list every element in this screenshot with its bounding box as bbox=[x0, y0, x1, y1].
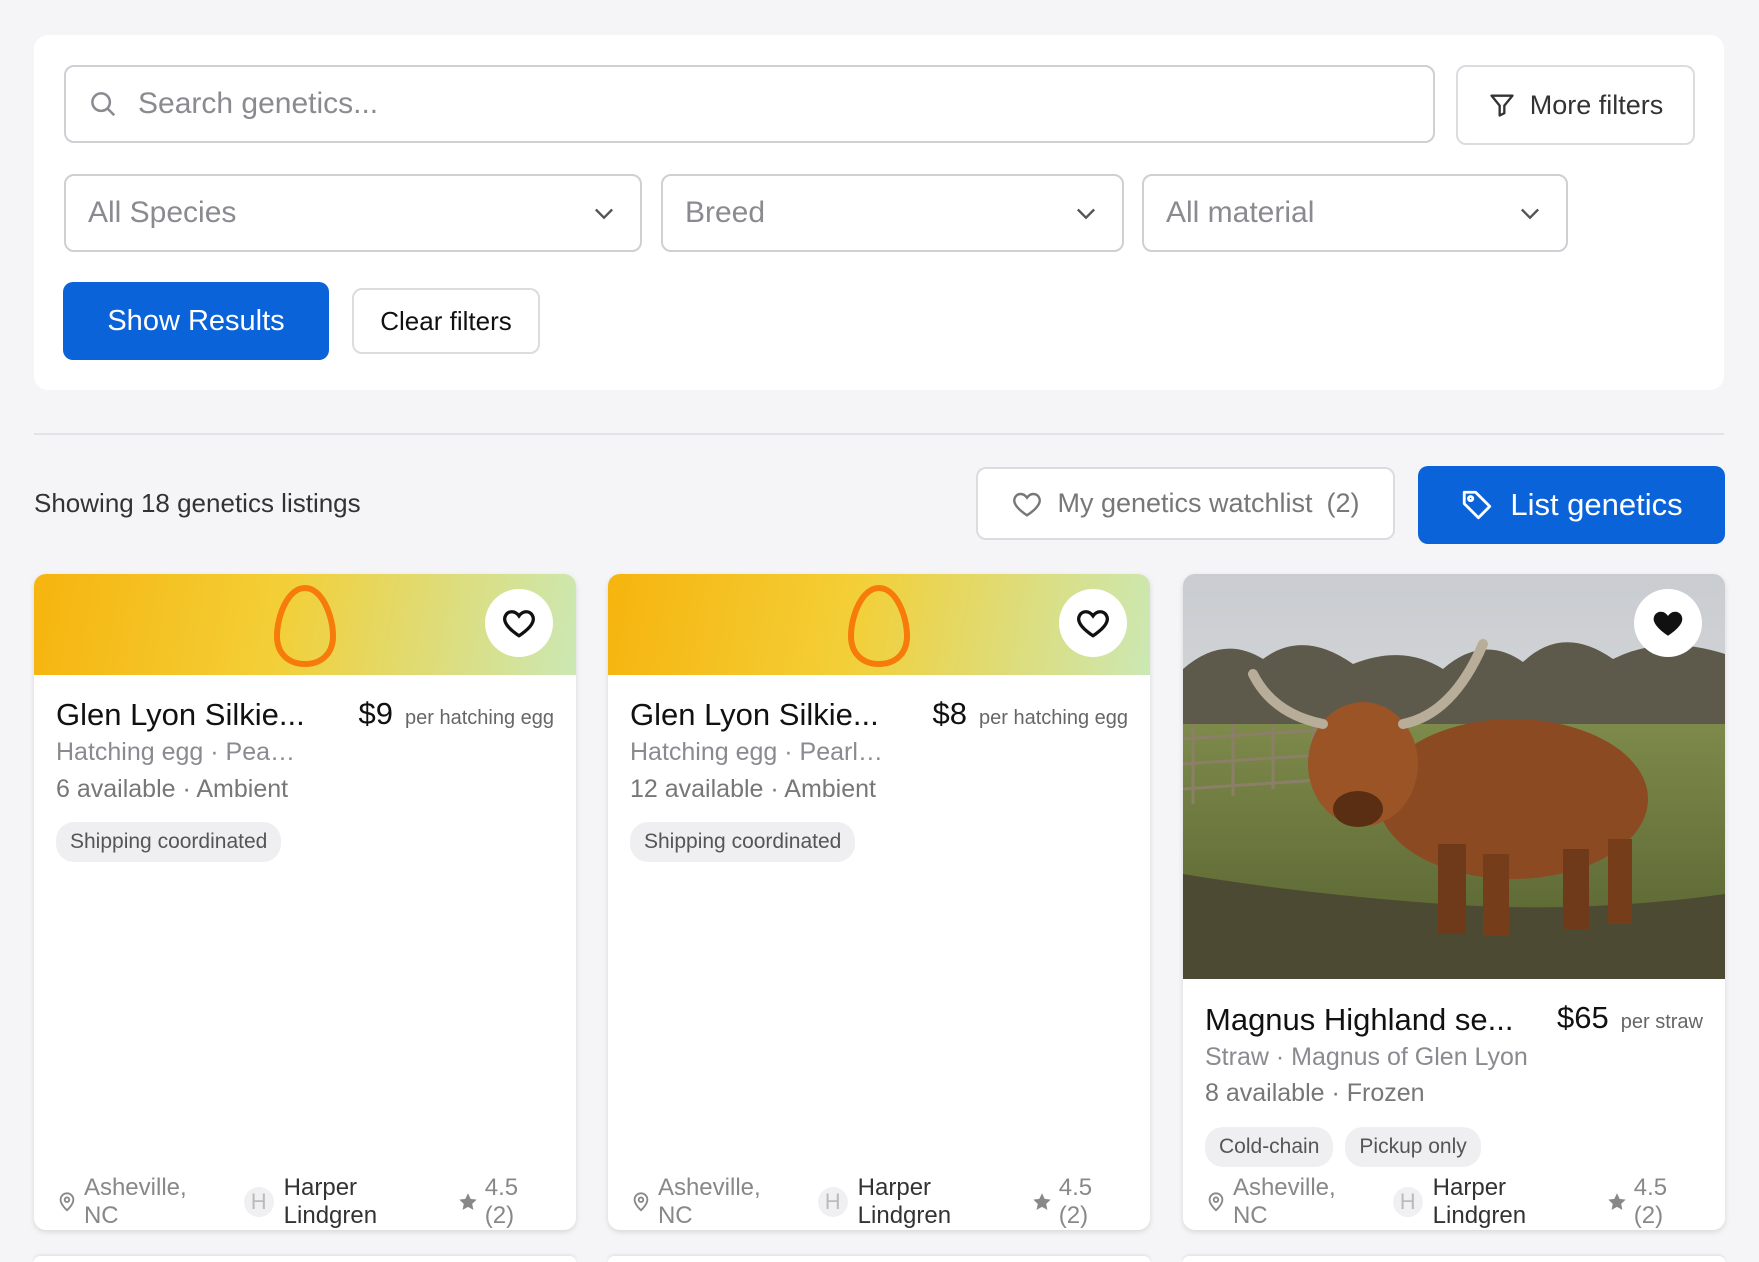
watchlist-count: (2) bbox=[1326, 488, 1360, 518]
filter-panel: More filters All Species Breed All mater… bbox=[34, 35, 1724, 390]
chevron-down-icon bbox=[1521, 208, 1539, 220]
search-input[interactable] bbox=[138, 87, 1338, 121]
more-filters-label: More filters bbox=[1529, 89, 1664, 120]
listing-availability: 6 available · Ambient bbox=[56, 775, 289, 803]
listing-card[interactable]: Glen Lyon Silkie... $8 per hatching egg … bbox=[608, 574, 1150, 1230]
listing-price: $9 bbox=[358, 696, 393, 731]
egg-icon bbox=[273, 584, 337, 668]
listing-availability: 12 available · Ambient bbox=[630, 775, 876, 803]
watchlist-button[interactable]: My genetics watchlist (2) bbox=[976, 467, 1395, 540]
map-pin-icon bbox=[59, 1192, 75, 1212]
location-text: Asheville, NC bbox=[83, 1174, 187, 1229]
favorite-button[interactable] bbox=[1634, 589, 1702, 657]
card-footer: Asheville, NC H Harper Lindgren 4.5 (2) bbox=[56, 1174, 554, 1230]
search-icon bbox=[91, 92, 116, 117]
listing-availability: 8 available · Frozen bbox=[1205, 1079, 1425, 1107]
rating: 4.5 (2) bbox=[1606, 1174, 1703, 1230]
tag-list: Shipping coordinated bbox=[630, 822, 856, 862]
filter-funnel-icon bbox=[1490, 94, 1514, 117]
avatar: H bbox=[1392, 1187, 1423, 1217]
listing-subtitle: Hatching egg · Pearl ... bbox=[56, 738, 301, 766]
listing-subtitle: Hatching egg · Pearl S... bbox=[630, 738, 885, 766]
heart-filled-icon bbox=[1653, 611, 1683, 636]
tag-icon bbox=[1463, 490, 1492, 520]
listing-card[interactable]: Glen Lyon Silkie... $9 per hatching egg … bbox=[34, 574, 576, 1230]
results-count: Showing 18 genetics listings bbox=[34, 488, 361, 518]
price-block: $65 per straw bbox=[1557, 1000, 1703, 1036]
card-footer: Asheville, NC H Harper Lindgren 4.5 (2) bbox=[1205, 1174, 1703, 1230]
listing-title[interactable]: Glen Lyon Silkie... bbox=[630, 697, 900, 733]
list-genetics-button[interactable]: List genetics bbox=[1418, 466, 1725, 544]
seller[interactable]: H Harper Lindgren bbox=[817, 1174, 1031, 1230]
price-block: $9 per hatching egg bbox=[359, 696, 555, 732]
star-icon bbox=[1608, 1193, 1626, 1210]
avatar: H bbox=[243, 1187, 274, 1217]
show-results-button[interactable]: Show Results bbox=[63, 282, 329, 360]
heart-outline-icon bbox=[1013, 492, 1042, 517]
heart-outline-icon bbox=[1077, 610, 1109, 638]
listing-card[interactable]: Magnus Highland se... $65 per straw Stra… bbox=[1183, 574, 1725, 1230]
breed-select[interactable]: Breed bbox=[661, 174, 1124, 252]
shipping-tag: Shipping coordinated bbox=[56, 822, 282, 862]
favorite-button[interactable] bbox=[1059, 589, 1127, 657]
price-unit: per hatching egg bbox=[404, 707, 554, 729]
listing-title[interactable]: Glen Lyon Silkie... bbox=[56, 697, 326, 733]
seller[interactable]: H Harper Lindgren bbox=[1392, 1174, 1606, 1230]
rating-text: 4.5 (2) bbox=[484, 1174, 519, 1229]
species-select-value: All Species bbox=[88, 196, 237, 229]
material-select[interactable]: All material bbox=[1142, 174, 1568, 252]
avatar: H bbox=[817, 1187, 848, 1217]
price-unit: per hatching egg bbox=[978, 707, 1128, 729]
listing-subtitle: Straw · Magnus of Glen Lyon bbox=[1205, 1043, 1528, 1071]
price-block: $8 per hatching egg bbox=[933, 696, 1129, 732]
listing-price: $8 bbox=[932, 696, 967, 731]
pickup-only-tag: Pickup only bbox=[1345, 1127, 1481, 1167]
seller-name: Harper Lindgren bbox=[857, 1174, 952, 1229]
star-icon bbox=[459, 1193, 477, 1210]
more-filters-button[interactable]: More filters bbox=[1456, 65, 1695, 145]
chevron-down-icon bbox=[595, 208, 613, 220]
card-footer: Asheville, NC H Harper Lindgren 4.5 (2) bbox=[630, 1174, 1128, 1230]
rating-text: 4.5 (2) bbox=[1633, 1174, 1668, 1229]
watchlist-label: My genetics watchlist bbox=[1057, 488, 1313, 518]
egg-icon bbox=[847, 584, 911, 668]
location-text: Asheville, NC bbox=[1232, 1174, 1336, 1229]
shipping-tag: Shipping coordinated bbox=[630, 822, 856, 862]
search-box[interactable] bbox=[64, 65, 1435, 143]
list-genetics-label: List genetics bbox=[1510, 487, 1683, 522]
location-text: Asheville, NC bbox=[657, 1174, 761, 1229]
map-pin-icon bbox=[1208, 1192, 1224, 1212]
cold-chain-tag: Cold-chain bbox=[1205, 1127, 1334, 1167]
material-select-value: All material bbox=[1166, 196, 1315, 229]
location: Asheville, NC bbox=[630, 1174, 802, 1230]
listing-title[interactable]: Magnus Highland se... bbox=[1205, 1002, 1515, 1038]
breed-select-value: Breed bbox=[685, 196, 766, 229]
listing-price: $65 bbox=[1557, 1000, 1609, 1035]
seller-name: Harper Lindgren bbox=[283, 1174, 378, 1229]
tag-list: Shipping coordinated bbox=[56, 822, 282, 862]
seller[interactable]: H Harper Lindgren bbox=[243, 1174, 457, 1230]
price-unit: per straw bbox=[1620, 1011, 1703, 1033]
seller-name: Harper Lindgren bbox=[1432, 1174, 1527, 1229]
location: Asheville, NC bbox=[56, 1174, 228, 1230]
tag-list: Cold-chain Pickup only bbox=[1205, 1127, 1481, 1167]
rating: 4.5 (2) bbox=[1031, 1174, 1128, 1230]
species-select[interactable]: All Species bbox=[64, 174, 642, 252]
chevron-down-icon bbox=[1077, 208, 1095, 220]
star-icon bbox=[1033, 1193, 1051, 1210]
rating-text: 4.5 (2) bbox=[1058, 1174, 1093, 1229]
section-divider bbox=[34, 433, 1724, 435]
next-card-edge bbox=[608, 1256, 1150, 1262]
next-card-edge bbox=[34, 1256, 576, 1262]
heart-outline-icon bbox=[503, 610, 535, 638]
location: Asheville, NC bbox=[1205, 1174, 1377, 1230]
rating: 4.5 (2) bbox=[457, 1174, 554, 1230]
map-pin-icon bbox=[633, 1192, 649, 1212]
clear-filters-button[interactable]: Clear filters bbox=[352, 288, 540, 354]
next-card-edge bbox=[1183, 1256, 1725, 1262]
favorite-button[interactable] bbox=[485, 589, 553, 657]
